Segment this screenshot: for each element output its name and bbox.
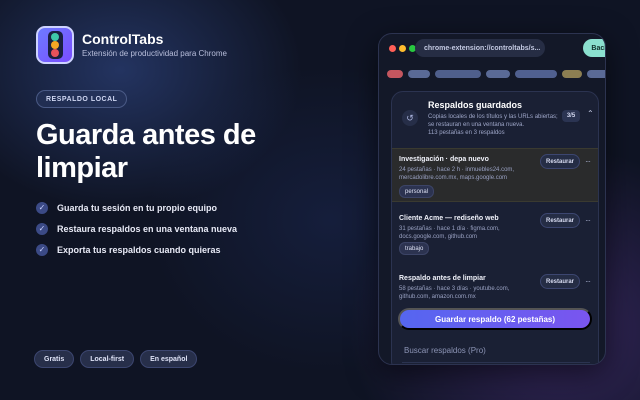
backup-item-title: Cliente Acme — rediseño web bbox=[399, 215, 499, 222]
section-chip: RESPALDO LOCAL bbox=[36, 90, 128, 108]
app-logo bbox=[36, 26, 74, 64]
restore-button[interactable]: Restaurar bbox=[540, 154, 580, 169]
browser-tab[interactable] bbox=[587, 70, 605, 78]
backup-tag: personal bbox=[399, 185, 435, 198]
feature-text: Guarda tu sesión en tu propio equipo bbox=[57, 202, 218, 213]
pill-free: Gratis bbox=[34, 350, 75, 368]
popup-header[interactable]: ↺ Respaldos guardados Copias locales de … bbox=[392, 92, 598, 142]
restore-button[interactable]: Restaurar bbox=[540, 274, 580, 289]
app-tagline: Extensión de productividad para Chrome bbox=[82, 49, 227, 58]
logo-traffic-light-icon bbox=[47, 31, 63, 59]
backup-item[interactable]: Respaldo antes de limpiar 58 pestañas · … bbox=[392, 268, 598, 304]
app-name: ControlTabs bbox=[82, 31, 164, 47]
logo-dot-green bbox=[51, 33, 59, 41]
checkmark-icon: ✓ bbox=[36, 222, 48, 235]
more-options-icon[interactable]: ··· bbox=[585, 277, 591, 286]
backup-item-title: Investigación · depa nuevo bbox=[399, 156, 489, 163]
logo-dot-yellow bbox=[51, 41, 59, 49]
chevron-up-icon[interactable]: ⌃ bbox=[587, 109, 594, 118]
browser-tab[interactable] bbox=[435, 70, 481, 78]
hero-headline: Guarda antes de limpiar bbox=[36, 119, 256, 184]
feature-text: Exporta tus respaldos cuando quieras bbox=[57, 244, 221, 255]
popup-count-summary: 113 pestañas en 3 respaldos bbox=[428, 130, 505, 136]
more-options-icon[interactable]: ··· bbox=[585, 216, 591, 225]
backup-tag: trabajo bbox=[399, 242, 430, 255]
pill-local-first: Local-first bbox=[80, 350, 135, 368]
browser-tab[interactable] bbox=[515, 70, 557, 78]
restore-history-icon: ↺ bbox=[402, 110, 418, 126]
feature-item: ✓ Exporta tus respaldos cuando quieras bbox=[36, 239, 237, 260]
browser-window: chrome-extension://controltabs/s... ↺ Re… bbox=[378, 33, 606, 365]
checkmark-icon: ✓ bbox=[36, 201, 48, 214]
save-backup-button[interactable]: Guardar respaldo (62 pestañas) bbox=[398, 308, 592, 330]
backup-item-meta: 24 pestañas · hace 2 h · inmuebles24.com… bbox=[399, 167, 515, 181]
popup-description: Copias locales de los títulos y las URLs… bbox=[428, 114, 558, 128]
backup-item[interactable]: Investigación · depa nuevo 24 pestañas ·… bbox=[392, 148, 598, 202]
more-options-icon[interactable]: ··· bbox=[585, 157, 591, 166]
checkmark-icon: ✓ bbox=[36, 243, 48, 256]
address-bar[interactable]: chrome-extension://controltabs/s... bbox=[415, 39, 545, 57]
browser-titlebar: chrome-extension://controltabs/s... bbox=[379, 34, 605, 64]
logo-dot-red bbox=[51, 49, 59, 57]
backup-item[interactable]: Cliente Acme — rediseño web 31 pestañas … bbox=[392, 208, 598, 264]
browser-tab[interactable] bbox=[387, 70, 403, 78]
search-backups-input[interactable] bbox=[404, 342, 584, 358]
pill-spanish: En español bbox=[140, 350, 198, 368]
popup-title: Respaldos guardados bbox=[428, 100, 523, 110]
feature-list: ✓ Guarda tu sesión en tu propio equipo ✓… bbox=[36, 197, 237, 260]
restore-button[interactable]: Restaurar bbox=[540, 213, 580, 228]
close-window-icon[interactable] bbox=[389, 45, 396, 52]
minimize-window-icon[interactable] bbox=[399, 45, 406, 52]
backup-local-button[interactable]: Backup local bbox=[583, 39, 605, 57]
backup-item-meta: 58 pestañas · hace 3 días · youtube.com,… bbox=[399, 286, 510, 300]
backup-item-meta: 31 pestañas · hace 1 día · figma.com, do… bbox=[399, 226, 500, 240]
backup-item-title: Respaldo antes de limpiar bbox=[399, 275, 486, 282]
browser-tab[interactable] bbox=[408, 70, 430, 78]
search-divider bbox=[402, 362, 590, 363]
browser-tab[interactable] bbox=[486, 70, 510, 78]
feature-item: ✓ Guarda tu sesión en tu propio equipo bbox=[36, 197, 237, 218]
feature-item: ✓ Restaura respaldos en una ventana nuev… bbox=[36, 218, 237, 239]
feature-pills: Gratis Local-first En español bbox=[34, 350, 198, 368]
extension-popup: ↺ Respaldos guardados Copias locales de … bbox=[391, 91, 599, 364]
browser-tab[interactable] bbox=[562, 70, 582, 78]
feature-text: Restaura respaldos en una ventana nueva bbox=[57, 223, 238, 234]
tab-strip bbox=[387, 70, 605, 78]
backup-count-badge: 3/5 bbox=[562, 110, 580, 122]
